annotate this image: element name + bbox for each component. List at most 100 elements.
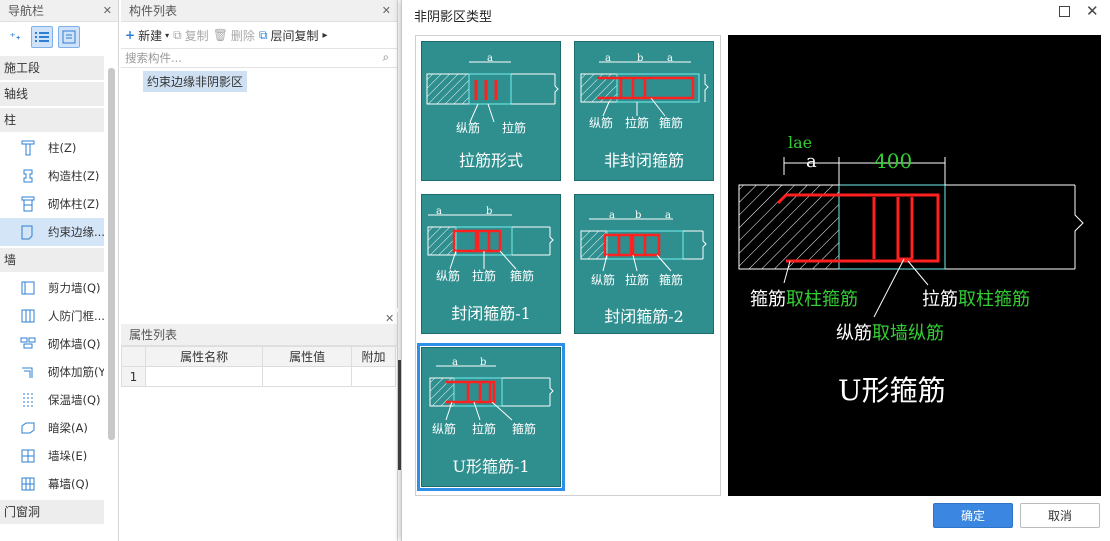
nav-item-column[interactable]: 柱(Z) xyxy=(0,134,104,162)
component-item[interactable]: 约束边缘非阴影区 xyxy=(143,71,248,92)
label-longitudinal: 纵筋 xyxy=(436,269,461,283)
property-list-panel: 属性列表 ✕ 属性名称 属性值 附加 1 xyxy=(121,312,398,541)
label-stirrup: 箍筋 xyxy=(659,116,684,130)
chevron-down-icon: ▾ xyxy=(165,30,170,40)
option-u-stirrup-1[interactable]: a b 纵筋 拉筋 箍筋 U形箍筋-1 xyxy=(417,343,565,491)
column-icon xyxy=(21,140,35,156)
label-a: a xyxy=(452,357,458,368)
label-stirrup: 箍筋 xyxy=(510,269,535,283)
label-b: b xyxy=(635,210,642,221)
more-icon[interactable]: ▸ xyxy=(323,30,328,41)
close-icon[interactable]: ✕ xyxy=(1086,2,1099,20)
u-stirrup-preview-diagram xyxy=(738,157,1084,318)
nav-item-curtain-wall[interactable]: 幕墙(Q) xyxy=(0,470,104,498)
masonry-wall-icon xyxy=(20,337,36,349)
copy-button[interactable]: ⧉ 复制 xyxy=(173,27,209,44)
nav-scrollbar[interactable] xyxy=(108,68,115,440)
col-extra: 附加 xyxy=(351,346,396,367)
label-tie: 拉筋 xyxy=(472,269,497,283)
table-cell[interactable] xyxy=(351,366,396,387)
label-tie: 拉筋 xyxy=(625,273,650,287)
component-toolbar: + 新建 ▾ ⧉ 复制 🗑 删除 ⧉ 层间复制 ▸ xyxy=(121,22,397,48)
option-label: 非封闭箍筋 xyxy=(603,151,684,170)
col-prop-name: 属性名称 xyxy=(144,346,264,367)
col-prop-value: 属性值 xyxy=(262,346,352,367)
label-tie: 拉筋 xyxy=(472,422,497,436)
property-table: 属性名称 属性值 附加 1 xyxy=(121,346,396,387)
label-a: a xyxy=(436,206,442,217)
option-open-stirrup[interactable]: a b a 纵筋 拉筋 箍筋 非封闭箍筋 xyxy=(574,41,714,181)
preview-panel: lae a 400 箍筋取柱箍筋 拉筋取柱箍筋 纵筋取墙纵筋 U形箍筋 xyxy=(728,35,1101,496)
label-longitudinal-note: 纵筋取墙纵筋 xyxy=(836,323,944,344)
floor-copy-icon: ⧉ xyxy=(258,27,268,42)
floor-copy-button[interactable]: ⧉ 层间复制 xyxy=(259,27,319,44)
preview-title: U形箍筋 xyxy=(838,374,946,407)
label-longitudinal: 纵筋 xyxy=(432,422,457,436)
list-view-icon[interactable] xyxy=(31,26,53,48)
label-a: a xyxy=(665,210,671,221)
option-label: 拉筋形式 xyxy=(458,151,523,170)
cancel-button[interactable]: 取消 xyxy=(1020,503,1100,528)
dialog-title: 非阴影区类型 xyxy=(414,10,493,25)
ok-button[interactable]: 确定 xyxy=(933,503,1013,528)
search-input[interactable]: 搜索构件... ⌕ xyxy=(121,48,397,68)
component-list-title: 构件列表 ✕ xyxy=(121,0,397,22)
label-a: a xyxy=(609,210,615,221)
group-axis[interactable]: 轴线 xyxy=(0,82,104,106)
option-label: 封闭箍筋-1 xyxy=(451,304,531,323)
close-icon[interactable]: ✕ xyxy=(382,0,391,22)
search-icon[interactable]: ⌕ xyxy=(383,50,389,65)
construct-column-icon xyxy=(23,169,33,183)
curtain-wall-icon xyxy=(21,477,35,491)
option-closed-stirrup-1[interactable]: a b 纵筋 拉筋 箍筋 封闭箍筋-1 xyxy=(421,194,561,334)
close-icon[interactable]: ✕ xyxy=(103,0,112,22)
maximize-icon[interactable] xyxy=(1059,6,1070,17)
wall-pier-icon xyxy=(21,449,35,463)
nav-item-shear-wall[interactable]: 剪力墙(Q) xyxy=(0,274,104,302)
nav-item-insulation-wall[interactable]: 保温墙(Q) xyxy=(0,386,104,414)
label-longitudinal: 纵筋 xyxy=(591,273,616,287)
group-column[interactable]: 柱 xyxy=(0,108,104,132)
shear-wall-icon xyxy=(21,281,35,295)
label-a: a xyxy=(487,53,493,64)
close-icon[interactable]: ✕ xyxy=(385,312,394,325)
label-stirrup: 箍筋 xyxy=(659,273,684,287)
label-b: b xyxy=(480,357,487,368)
option-closed-stirrup-2[interactable]: a b a 纵筋 拉筋 箍筋 封闭箍筋-2 xyxy=(574,194,714,334)
nav-item-masonry-column[interactable]: 砌体柱(Z) xyxy=(0,190,104,218)
group-construction-stage[interactable]: 施工段 xyxy=(0,56,104,80)
delete-button[interactable]: 🗑 删除 xyxy=(213,27,255,44)
detail-view-icon[interactable] xyxy=(58,26,80,48)
nav-item-masonry-rebar[interactable]: 砌体加筋(Y xyxy=(0,358,104,386)
table-cell[interactable] xyxy=(144,366,264,387)
nav-item-construct-column[interactable]: 构造柱(Z) xyxy=(0,162,104,190)
label-tie: 拉筋 xyxy=(502,121,527,135)
nav-item-civil-door-frame[interactable]: 人防门框... xyxy=(0,302,104,330)
label-b: b xyxy=(486,206,493,217)
pin-icon[interactable]: ⁺˖ xyxy=(4,26,26,48)
new-icon: + xyxy=(125,28,136,42)
label-stirrup-note: 箍筋取柱箍筋 xyxy=(750,289,858,310)
nav-item-boundary-edge[interactable]: 约束边缘... xyxy=(0,218,104,246)
nav-panel: 导航栏 ✕ ⁺˖ 施工段 轴线 柱 柱(Z) 构造柱(Z) 砌体柱(Z) 约束边缘… xyxy=(0,0,119,541)
hidden-beam-icon xyxy=(21,422,35,434)
label-longitudinal: 纵筋 xyxy=(589,116,614,130)
property-list-title: 属性列表 xyxy=(121,324,397,346)
option-label: U形箍筋-1 xyxy=(452,457,530,476)
label-lae: lae xyxy=(788,133,813,152)
label-a: a xyxy=(667,53,673,64)
masonry-column-icon xyxy=(21,196,35,212)
table-cell[interactable] xyxy=(262,366,352,387)
label-tie-note: 拉筋取柱箍筋 xyxy=(922,289,1030,310)
group-wall[interactable]: 墙 xyxy=(0,248,104,272)
label-a: a xyxy=(806,151,817,172)
nav-title: 导航栏 ✕ xyxy=(0,0,118,22)
option-tie-bar[interactable]: a 纵筋 拉筋 拉筋形式 xyxy=(421,41,561,181)
insulation-wall-icon xyxy=(23,393,33,407)
masonry-rebar-icon xyxy=(22,367,33,378)
nav-item-hidden-beam[interactable]: 暗梁(A) xyxy=(0,414,104,442)
group-door-window[interactable]: 门窗洞 xyxy=(0,500,104,524)
nav-item-wall-pier[interactable]: 墙垛(E) xyxy=(0,442,104,470)
nav-item-masonry-wall[interactable]: 砌体墙(Q) xyxy=(0,330,104,358)
new-button[interactable]: + 新建 ▾ xyxy=(125,27,169,44)
